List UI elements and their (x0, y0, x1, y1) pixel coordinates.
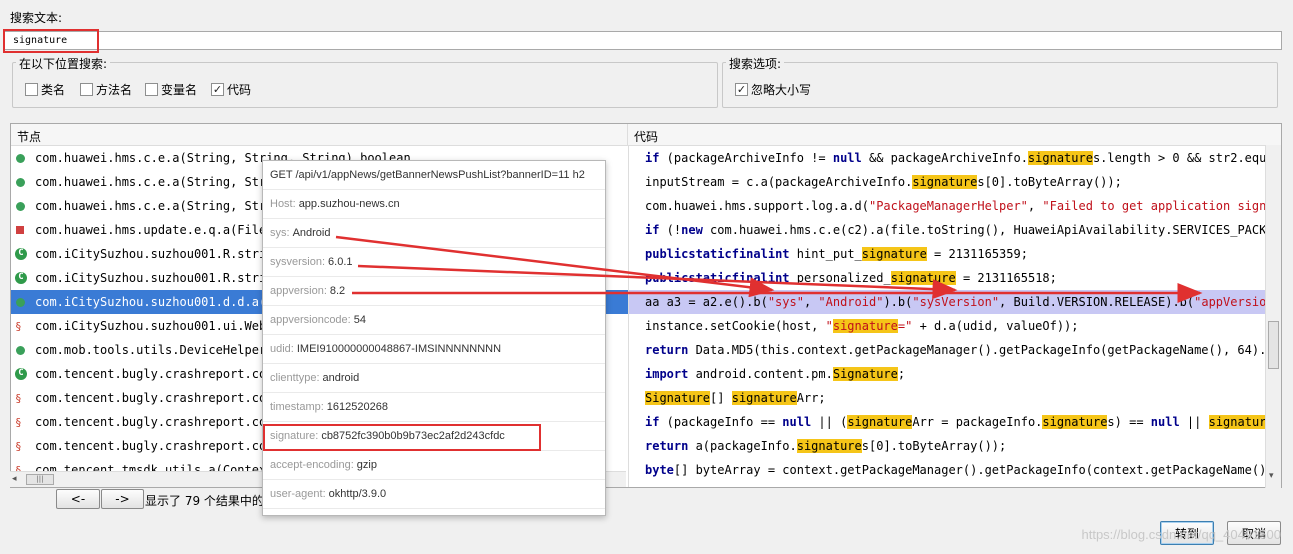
arrow-sys (335, 235, 775, 298)
annotation-arrows (335, 235, 1203, 303)
arrow-sysversion (357, 264, 958, 300)
